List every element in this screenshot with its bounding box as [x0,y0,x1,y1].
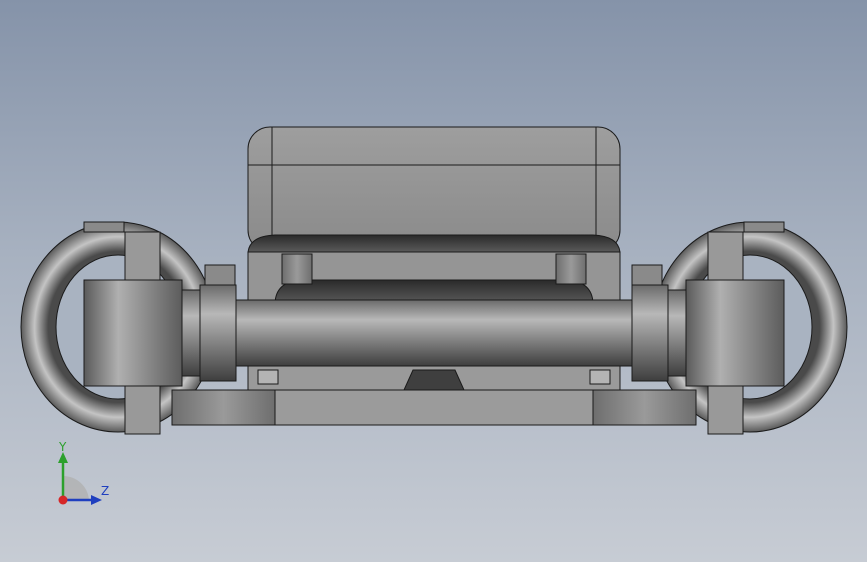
view-orientation-triad: Y Z [40,436,130,516]
z-axis-label: Z [101,484,110,498]
top-housing [247,126,621,253]
triad-axes-icon [58,452,102,505]
cad-model-front-view[interactable] [0,0,867,562]
y-axis-label: Y [59,440,67,454]
lower-body [171,361,697,426]
graphics-viewport[interactable]: Y Z [0,0,867,562]
center-body [204,251,663,308]
